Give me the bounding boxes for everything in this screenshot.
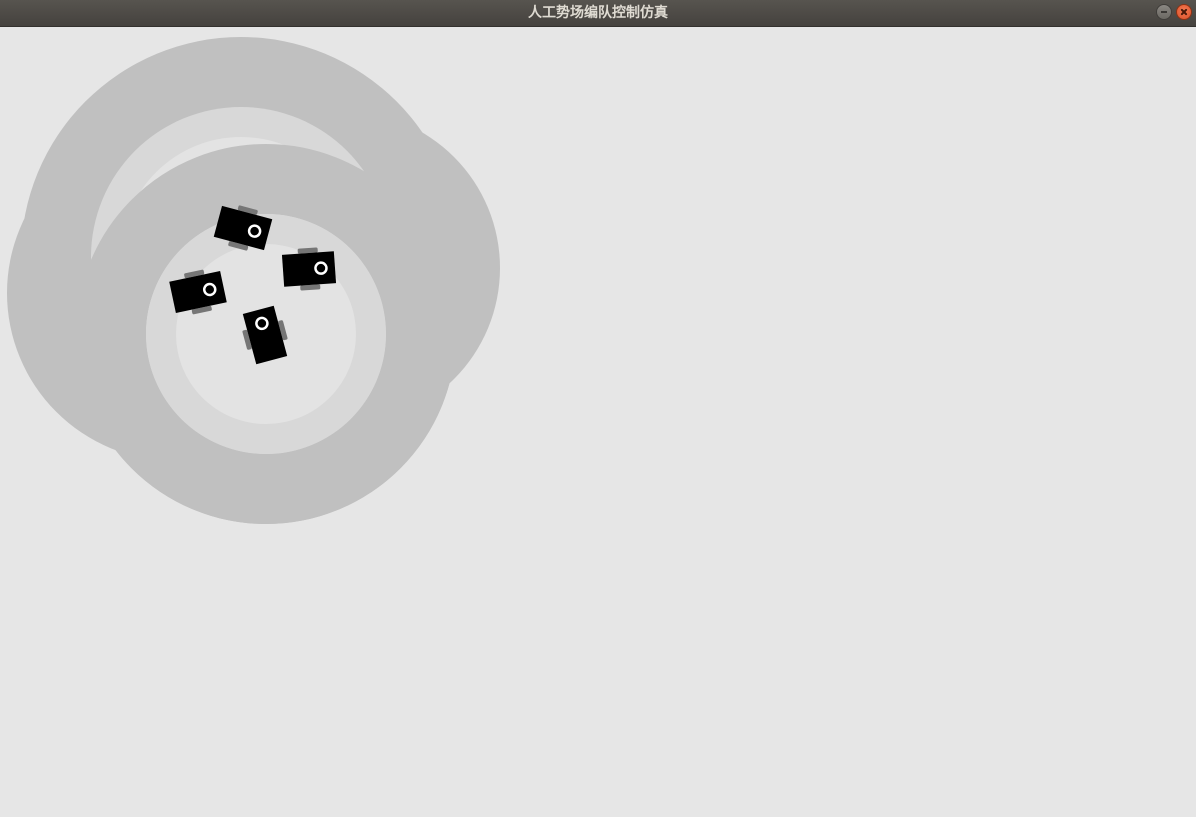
minimize-icon[interactable] xyxy=(1156,4,1172,20)
window-title: 人工势场编队控制仿真 xyxy=(528,5,668,21)
close-icon[interactable] xyxy=(1176,4,1192,20)
app-window: 人工势场编队控制仿真 xyxy=(0,0,1196,817)
formation-scene xyxy=(7,37,500,524)
robot-body xyxy=(281,251,337,287)
title-bar[interactable]: 人工势场编队控制仿真 xyxy=(0,0,1196,27)
simulation-canvas xyxy=(0,27,1196,817)
